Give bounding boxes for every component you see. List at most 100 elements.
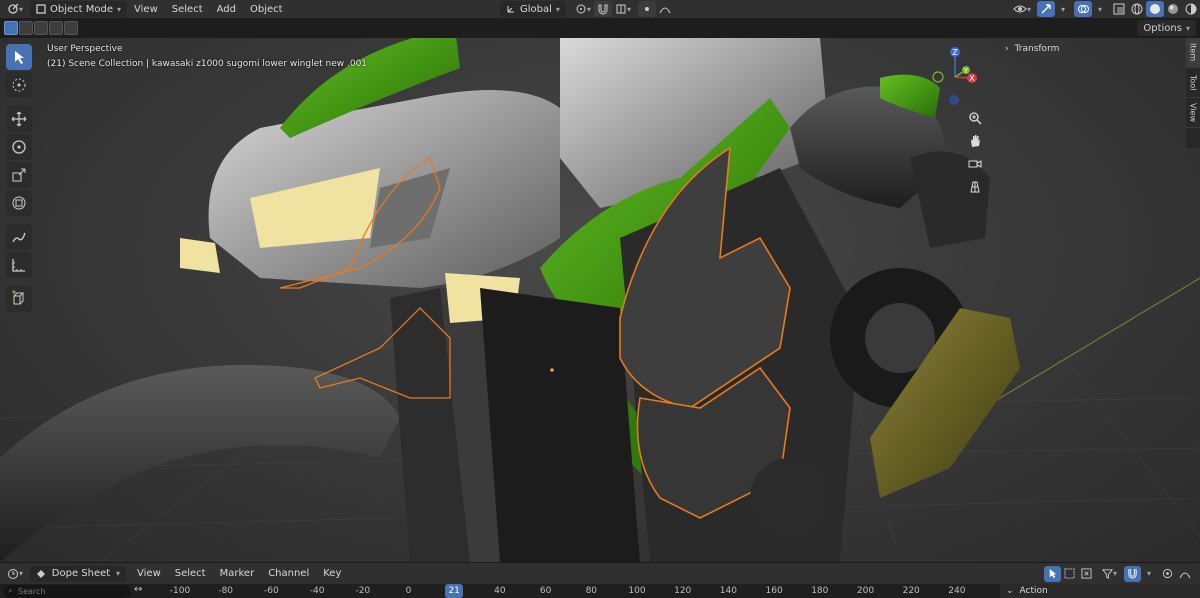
- menu-add[interactable]: Add: [210, 1, 243, 17]
- camera-view-button[interactable]: [964, 153, 986, 175]
- cursor-tool[interactable]: [6, 72, 32, 98]
- gizmo-arrow-icon: [1041, 4, 1051, 14]
- funnel-icon: [1101, 569, 1113, 579]
- add-cube-tool[interactable]: [6, 286, 32, 312]
- tool-shelf: [6, 44, 32, 312]
- proportional-edit-toggle[interactable]: [637, 1, 656, 17]
- tab-item[interactable]: Item: [1186, 38, 1200, 68]
- current-frame-indicator[interactable]: 21: [445, 584, 464, 598]
- move-tool[interactable]: [6, 106, 32, 132]
- select-new-button[interactable]: [4, 21, 18, 35]
- measure-tool[interactable]: [6, 252, 32, 278]
- pivot-point-button[interactable]: ▾: [572, 1, 594, 17]
- overlays-toggle[interactable]: [1074, 1, 1093, 17]
- viewport-header: ▾ Object Mode ▾ View Select Add Object G…: [0, 0, 1200, 18]
- shading-material[interactable]: [1164, 1, 1182, 17]
- shading-wireframe[interactable]: [1128, 1, 1146, 17]
- snap-target-button[interactable]: ▾: [612, 1, 634, 17]
- dope-menu-key[interactable]: Key: [316, 566, 348, 582]
- frame-tick: -100: [169, 586, 191, 596]
- transform-tool[interactable]: [6, 190, 32, 216]
- dope-sheet-header: ▾ Dope Sheet ▾ View Select Marker Channe…: [0, 562, 1200, 584]
- chevron-down-icon: ▾: [1027, 4, 1032, 14]
- visibility-button[interactable]: ▾: [1010, 1, 1034, 17]
- 3d-cursor-icon: [12, 78, 26, 92]
- editor-type-button[interactable]: ▾: [4, 1, 26, 17]
- annotate-tool[interactable]: [6, 224, 32, 250]
- chevron-down-icon: ⌄: [1006, 586, 1014, 596]
- move-arrows-icon: [11, 111, 27, 127]
- frame-ruler[interactable]: -100 -80 -60 -40 -20 0 21 40 60 80 100 120 140 160 180…: [140, 584, 1000, 598]
- auto-snap-dropdown[interactable]: ▾: [1141, 566, 1157, 582]
- add-cube-icon: [12, 290, 25, 305]
- rendered-sphere-icon: [1185, 3, 1197, 15]
- navigation-gizmo[interactable]: Z Y X: [928, 44, 986, 106]
- dope-menu-select[interactable]: Select: [168, 566, 213, 582]
- chevron-down-icon: ▾: [1061, 4, 1066, 14]
- frame-tick: -20: [355, 586, 371, 596]
- frame-tick: 240: [948, 586, 966, 596]
- chevron-down-icon: ▾: [1185, 23, 1190, 33]
- auto-snap-toggle[interactable]: [1124, 565, 1141, 582]
- dope-sheet-body: ⌕ Search ↔ -100 -80 -60 -40 -20 0 21 40 60 80 100 1…: [0, 584, 1200, 598]
- chevron-down-icon: ▾: [19, 569, 24, 578]
- select-extend-button[interactable]: [19, 21, 33, 35]
- orientation-label: Global: [520, 3, 552, 15]
- only-errors-toggle[interactable]: [1078, 566, 1095, 582]
- falloff-icon: [1179, 572, 1191, 578]
- timeline-editor-type-button[interactable]: ▾: [4, 566, 26, 582]
- dope-menu-marker[interactable]: Marker: [213, 566, 262, 582]
- 3d-viewport-icon: [8, 3, 19, 14]
- mode-select[interactable]: Object Mode ▾: [30, 1, 128, 17]
- warning-icon: [1081, 568, 1092, 579]
- gizmo-neg-z-axis[interactable]: [949, 95, 959, 105]
- rotate-icon: [12, 140, 26, 154]
- engine-block-mesh: [480, 288, 640, 562]
- scale-icon: [12, 168, 26, 182]
- channel-search-input[interactable]: ⌕ Search: [4, 585, 130, 598]
- shading-solid[interactable]: [1146, 1, 1165, 17]
- 3d-viewport[interactable]: User Perspective (21) Scene Collection |…: [0, 38, 1200, 562]
- engine-cover: [750, 458, 830, 538]
- select-intersect-button[interactable]: [64, 21, 78, 35]
- select-invert-button[interactable]: [49, 21, 63, 35]
- options-button[interactable]: Options ▾: [1137, 20, 1196, 36]
- front-fender-mesh: [0, 364, 400, 562]
- xray-toggle[interactable]: [1110, 1, 1128, 17]
- falloff-button[interactable]: [656, 1, 674, 17]
- zoom-button[interactable]: [964, 107, 986, 129]
- perspective-toggle[interactable]: [964, 176, 986, 198]
- orientation-select[interactable]: Global ▾: [500, 1, 566, 17]
- scale-tool[interactable]: [6, 162, 32, 188]
- transform-panel-header[interactable]: › Transform: [1005, 44, 1059, 54]
- tab-view[interactable]: View: [1186, 98, 1200, 128]
- rotate-tool[interactable]: [6, 134, 32, 160]
- object-origin: [550, 368, 554, 372]
- shading-rendered[interactable]: [1182, 1, 1200, 17]
- action-panel-header[interactable]: ⌄ Action: [1000, 584, 1200, 598]
- dope-sheet-mode-select[interactable]: Dope Sheet ▾: [30, 565, 127, 582]
- select-box-tool[interactable]: [6, 44, 32, 70]
- gizmo-neg-y-axis[interactable]: [932, 71, 944, 83]
- only-selected-toggle[interactable]: [1043, 565, 1061, 582]
- filters-button[interactable]: ▾: [1099, 566, 1120, 582]
- pan-button[interactable]: [964, 130, 986, 152]
- select-subtract-button[interactable]: [34, 21, 48, 35]
- chevron-down-icon: ▾: [19, 4, 24, 14]
- dope-menu-channel[interactable]: Channel: [261, 566, 316, 582]
- snap-toggle[interactable]: [593, 1, 612, 17]
- menu-select[interactable]: Select: [165, 1, 210, 17]
- frame-tick: 40: [494, 586, 506, 596]
- menu-object[interactable]: Object: [243, 1, 290, 17]
- tab-tool[interactable]: Tool: [1186, 68, 1200, 98]
- gizmo-dropdown[interactable]: ▾: [1055, 1, 1071, 17]
- chevron-down-icon: ▾: [1112, 569, 1117, 578]
- overlays-dropdown[interactable]: ▾: [1092, 1, 1108, 17]
- frame-tick: 140: [719, 586, 737, 596]
- gizmo-toggle[interactable]: [1037, 1, 1056, 17]
- dope-menu-view[interactable]: View: [130, 566, 168, 582]
- proportional-edit-timeline[interactable]: [1159, 566, 1176, 582]
- menu-view[interactable]: View: [127, 1, 165, 17]
- show-hidden-toggle[interactable]: [1061, 566, 1078, 582]
- timeline-falloff-button[interactable]: [1176, 566, 1194, 582]
